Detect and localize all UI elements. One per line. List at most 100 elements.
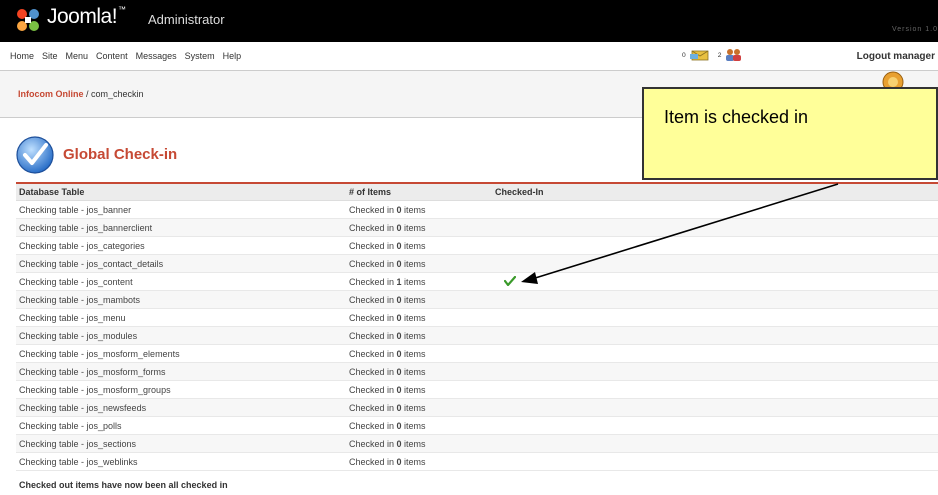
count-suffix: items [401, 384, 426, 395]
logout-link[interactable]: Logout manager [857, 51, 935, 62]
count-suffix: items [401, 312, 426, 323]
checked-in-cell [492, 326, 938, 345]
checked-in-cell [492, 308, 938, 327]
count-prefix: Checked in [349, 222, 397, 233]
table-row: Checking table - jos_newsfeeds Checked in… [16, 398, 938, 417]
count-suffix: items [401, 420, 426, 431]
top-header: Joomla!™ Administrator Version 1.0 [0, 0, 938, 42]
administrator-label: Administrator [148, 12, 225, 27]
count-prefix: Checked in [349, 330, 397, 341]
items-count-cell: Checked in 0 items [346, 398, 492, 417]
breadcrumb: Infocom Online / com_checkin [18, 89, 144, 99]
count-prefix: Checked in [349, 204, 397, 215]
checked-in-cell [492, 272, 938, 291]
items-count-cell: Checked in 0 items [346, 434, 492, 453]
count-prefix: Checked in [349, 384, 397, 395]
checkmark-circle-icon [16, 136, 54, 174]
menu-content[interactable]: Content [96, 51, 128, 61]
table-name-cell: Checking table - jos_modules [16, 326, 346, 345]
count-suffix: items [401, 258, 426, 269]
count-prefix: Checked in [349, 438, 397, 449]
menu-site[interactable]: Site [42, 51, 58, 61]
table-row: Checking table - jos_contact_details Chec… [16, 254, 938, 273]
table-row: Checking table - jos_menu Checked in 0 it… [16, 308, 938, 327]
items-count-cell: Checked in 0 items [346, 254, 492, 273]
items-count-cell: Checked in 0 items [346, 452, 492, 471]
table-row: Checking table - jos_weblinks Checked in … [16, 452, 938, 471]
items-count-cell: Checked in 0 items [346, 236, 492, 255]
count-suffix: items [401, 348, 426, 359]
checked-in-cell [492, 380, 938, 399]
items-count-cell: Checked in 0 items [346, 380, 492, 399]
items-count-cell: Checked in 0 items [346, 200, 492, 219]
header-checked-in: Checked-In [492, 183, 938, 201]
count-prefix: Checked in [349, 312, 397, 323]
breadcrumb-site-link[interactable]: Infocom Online [18, 89, 84, 99]
page-title: Global Check-in [63, 146, 178, 163]
count-suffix: items [401, 456, 426, 467]
table-row: Checking table - jos_mosform_forms Checke… [16, 362, 938, 381]
count-prefix: Checked in [349, 402, 397, 413]
table-row: Checking table - jos_sections Checked in … [16, 434, 938, 453]
menu-home[interactable]: Home [10, 51, 34, 61]
logo-text: Joomla!™ [47, 5, 126, 28]
version-label: Version 1.0 [891, 26, 938, 33]
breadcrumb-separator: / [83, 89, 92, 99]
table-name-cell: Checking table - jos_polls [16, 416, 346, 435]
table-row: Checking table - jos_polls Checked in 0 i… [16, 416, 938, 435]
menu-menu[interactable]: Menu [66, 51, 89, 61]
count-suffix: items [401, 240, 426, 251]
table-name-cell: Checking table - jos_contact_details [16, 254, 346, 273]
count-prefix: Checked in [349, 366, 397, 377]
count-prefix: Checked in [349, 420, 397, 431]
table-name-cell: Checking table - jos_sections [16, 434, 346, 453]
table-name-cell: Checking table - jos_mosform_groups [16, 380, 346, 399]
count-suffix: items [401, 294, 426, 305]
table-name-cell: Checking table - jos_content [16, 272, 346, 291]
count-prefix: Checked in [349, 276, 397, 287]
items-count-cell: Checked in 0 items [346, 362, 492, 381]
joomla-logo-icon [17, 9, 39, 31]
count-suffix: items [401, 330, 426, 341]
callout-text: Item is checked in [664, 107, 809, 127]
green-check-icon [503, 275, 517, 286]
items-count-cell: Checked in 0 items [346, 416, 492, 435]
checkin-table: Database Table # of Items Checked-In Che… [16, 182, 938, 471]
table-row: Checking table - jos_banner Checked in 0 … [16, 200, 938, 219]
count-suffix: items [401, 204, 426, 215]
menu-help[interactable]: Help [223, 51, 242, 61]
count-suffix: items [401, 366, 426, 377]
checked-in-cell [492, 290, 938, 309]
table-row: Checking table - jos_mosform_groups Check… [16, 380, 938, 399]
menu-messages[interactable]: Messages [136, 51, 177, 61]
count-prefix: Checked in [349, 240, 397, 251]
items-count-cell: Checked in 0 items [346, 326, 492, 345]
table-row: Checking table - jos_bannerclient Checked… [16, 218, 938, 237]
users-icon[interactable] [725, 48, 743, 62]
checked-in-cell [492, 254, 938, 273]
table-header-row: Database Table # of Items Checked-In [16, 183, 938, 201]
table-row: Checking table - jos_modules Checked in 0… [16, 326, 938, 345]
checked-in-cell [492, 434, 938, 453]
count-suffix: items [401, 438, 426, 449]
table-name-cell: Checking table - jos_bannerclient [16, 218, 346, 237]
count-suffix: items [401, 222, 426, 233]
count-prefix: Checked in [349, 258, 397, 269]
checked-in-cell [492, 416, 938, 435]
items-count-cell: Checked in 0 items [346, 290, 492, 309]
count-prefix: Checked in [349, 294, 397, 305]
header-num-items: # of Items [346, 183, 492, 201]
checked-in-cell [492, 362, 938, 381]
envelope-icon[interactable] [689, 49, 710, 61]
table-name-cell: Checking table - jos_banner [16, 200, 346, 219]
menu-system[interactable]: System [185, 51, 215, 61]
checked-in-cell [492, 200, 938, 219]
table-name-cell: Checking table - jos_mosform_forms [16, 362, 346, 381]
checked-in-cell [492, 344, 938, 363]
callout-box: Item is checked in [642, 87, 938, 180]
main-menu: Home Site Menu Content Messages System H… [10, 51, 241, 61]
count-suffix: items [401, 276, 426, 287]
checked-in-cell [492, 398, 938, 417]
header-database-table: Database Table [16, 183, 346, 201]
table-row: Checking table - jos_content Checked in 1… [16, 272, 938, 291]
